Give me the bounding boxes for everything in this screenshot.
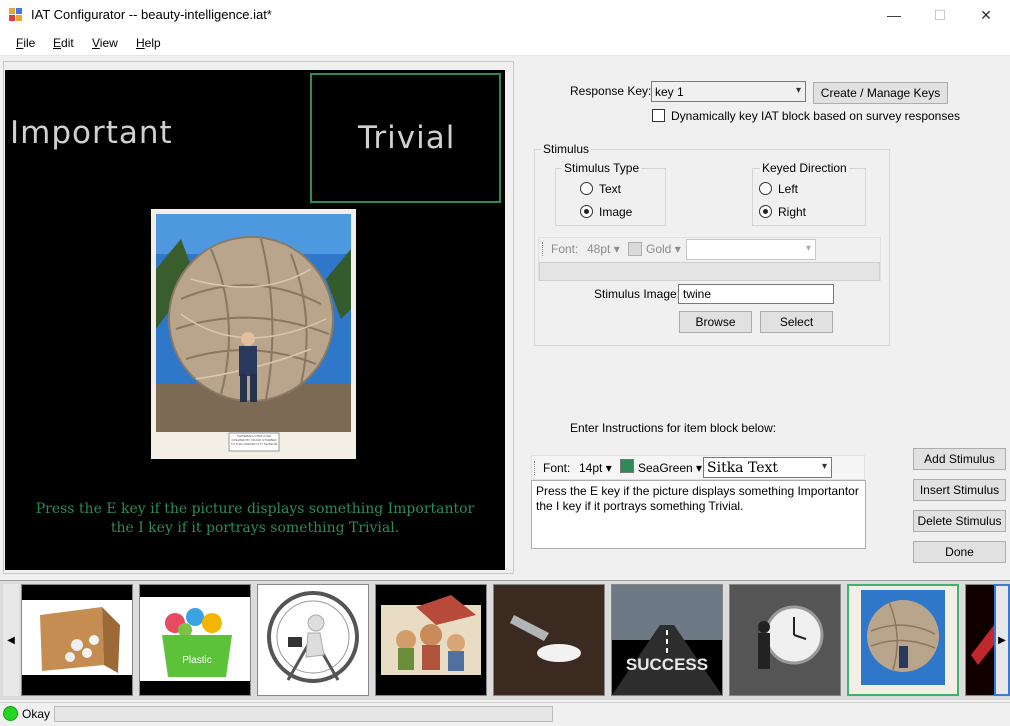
maximize-icon: ☐ xyxy=(933,6,947,23)
stimulus-image-label: Stimulus Image: xyxy=(594,287,681,301)
menu-edit[interactable]: Edit xyxy=(53,36,74,50)
stimulus-thumbnail[interactable]: Plastic xyxy=(139,584,251,696)
success-road-image: SUCCESS xyxy=(612,585,722,695)
keyed-direction-group xyxy=(752,168,866,226)
window-title: IAT Configurator -- beauty-intelligence.… xyxy=(31,7,272,22)
add-stimulus-button[interactable]: Add Stimulus xyxy=(913,448,1006,470)
direction-left-label: Left xyxy=(778,182,799,196)
response-key-select[interactable]: key 1 ▾ xyxy=(651,81,806,102)
chevron-down-icon: ▾ xyxy=(795,85,801,96)
instructions-color-dropdown[interactable]: SeaGreen ▾ xyxy=(638,461,702,475)
svg-text:SUCCESS: SUCCESS xyxy=(626,655,708,674)
chevron-down-icon: ▾ xyxy=(674,242,681,256)
menu-help[interactable]: Help xyxy=(136,36,161,50)
preview-instructions: Press the E key if the picture displays … xyxy=(20,500,490,538)
instructions-textarea[interactable]: Press the E key if the picture displays … xyxy=(531,480,866,549)
stimulus-type-text-label: Text xyxy=(599,182,622,196)
scroll-left-button[interactable]: ◀ xyxy=(3,584,19,696)
chevron-down-icon: ▾ xyxy=(696,461,703,475)
instructions-color-swatch xyxy=(620,459,634,473)
dynamic-key-label: Dynamically key IAT block based on surve… xyxy=(671,109,961,123)
clock-man-image xyxy=(730,585,840,695)
stimulus-font-family-select[interactable]: ▾ xyxy=(686,239,816,260)
direction-left-radio[interactable] xyxy=(759,182,772,195)
preview-instructions-line2: the I key if it portrays something Trivi… xyxy=(110,520,400,536)
arrow-left-icon: ◀ xyxy=(7,634,15,646)
recycling-bin-image: Plastic xyxy=(140,597,250,681)
menu-view[interactable]: View xyxy=(92,36,118,50)
instructions-font-family-select[interactable]: Sitka Text ▾ xyxy=(703,457,832,478)
chevron-down-icon: ▾ xyxy=(805,243,811,254)
insert-stimulus-button[interactable]: Insert Stimulus xyxy=(913,479,1006,501)
menu-file[interactable]: File xyxy=(16,36,35,50)
direction-right-label: Right xyxy=(778,205,807,219)
scroll-right-button[interactable]: ▶ xyxy=(994,584,1010,696)
stimulus-thumbnail-selected[interactable] xyxy=(847,584,959,696)
stimulus-group-title: Stimulus xyxy=(541,142,592,156)
stimulus-type-title: Stimulus Type xyxy=(562,161,642,175)
stimulus-type-image-label: Image xyxy=(599,205,633,219)
stimulus-thumbnail[interactable] xyxy=(729,584,841,696)
direction-right-radio[interactable] xyxy=(759,205,772,218)
chevron-down-icon: ▾ xyxy=(613,242,620,256)
status-text: Okay xyxy=(22,707,51,721)
browse-button[interactable]: Browse xyxy=(679,311,752,333)
arrow-right-icon: ▶ xyxy=(998,634,1006,646)
stimulus-image-field[interactable]: twine xyxy=(678,284,834,304)
stimulus-thumbnail[interactable] xyxy=(493,584,605,696)
chevron-down-icon: ▾ xyxy=(605,461,612,475)
left-category-label: Important xyxy=(10,115,173,151)
stimulus-text-preview xyxy=(539,262,880,281)
stimulus-color-dropdown[interactable]: Gold ▾ xyxy=(646,242,681,256)
keyed-direction-title: Keyed Direction xyxy=(760,161,849,175)
stimulus-font-label: Font: xyxy=(551,242,579,256)
minimize-button[interactable]: — xyxy=(871,0,917,30)
done-button[interactable]: Done xyxy=(913,541,1006,563)
stimulus-thumbnail[interactable] xyxy=(965,584,995,696)
stimulus-type-text-radio[interactable] xyxy=(580,182,593,195)
spilled-milk-image xyxy=(494,585,604,695)
packing-peanuts-image xyxy=(22,600,132,675)
stimulus-photo xyxy=(151,209,356,459)
stimulus-thumbnail[interactable] xyxy=(257,584,369,696)
twine-ball-thumb-image xyxy=(849,586,957,694)
status-indicator-icon xyxy=(3,706,18,721)
hamster-wheel-image xyxy=(267,591,359,683)
chevron-down-icon: ▾ xyxy=(821,461,827,472)
select-button[interactable]: Select xyxy=(760,311,833,333)
stimulus-thumbnail[interactable] xyxy=(375,584,487,696)
toolstrip-grip xyxy=(542,242,545,256)
dynamic-key-checkbox[interactable] xyxy=(652,109,665,122)
stimulus-thumbnail[interactable] xyxy=(21,584,133,696)
delete-stimulus-button[interactable]: Delete Stimulus xyxy=(913,510,1006,532)
maximize-button[interactable]: ☐ xyxy=(917,0,963,30)
instructions-font-label: Font: xyxy=(543,461,571,475)
right-category-label: Trivial xyxy=(358,120,456,156)
progress-bar xyxy=(54,706,553,722)
stimulus-font-size-dropdown[interactable]: 48pt ▾ xyxy=(587,242,620,256)
close-button[interactable]: ✕ xyxy=(963,0,1009,30)
stimulus-color-swatch xyxy=(628,242,642,256)
cartoon-family-image xyxy=(381,595,481,675)
instructions-heading: Enter Instructions for item block below: xyxy=(570,421,777,435)
instructions-font-size-dropdown[interactable]: 14pt ▾ xyxy=(579,461,612,475)
preview-instructions-line1: Press the E key if the picture displays … xyxy=(35,501,475,517)
twine-ball-image xyxy=(156,214,351,452)
photo-caption-3: TO THE CAWKER CITY MUSEUM xyxy=(230,442,278,446)
minimize-icon: — xyxy=(887,7,901,23)
red-abstract-image xyxy=(966,585,994,695)
stimulus-type-image-radio[interactable] xyxy=(580,205,593,218)
toolstrip-grip xyxy=(534,461,537,475)
stimulus-thumbnail[interactable]: SUCCESS xyxy=(611,584,723,696)
create-manage-keys-button[interactable]: Create / Manage Keys xyxy=(813,82,948,104)
close-icon: ✕ xyxy=(980,6,992,23)
app-icon xyxy=(9,8,23,22)
response-key-label: Response Key: xyxy=(570,84,652,98)
svg-text:Plastic: Plastic xyxy=(182,655,211,666)
